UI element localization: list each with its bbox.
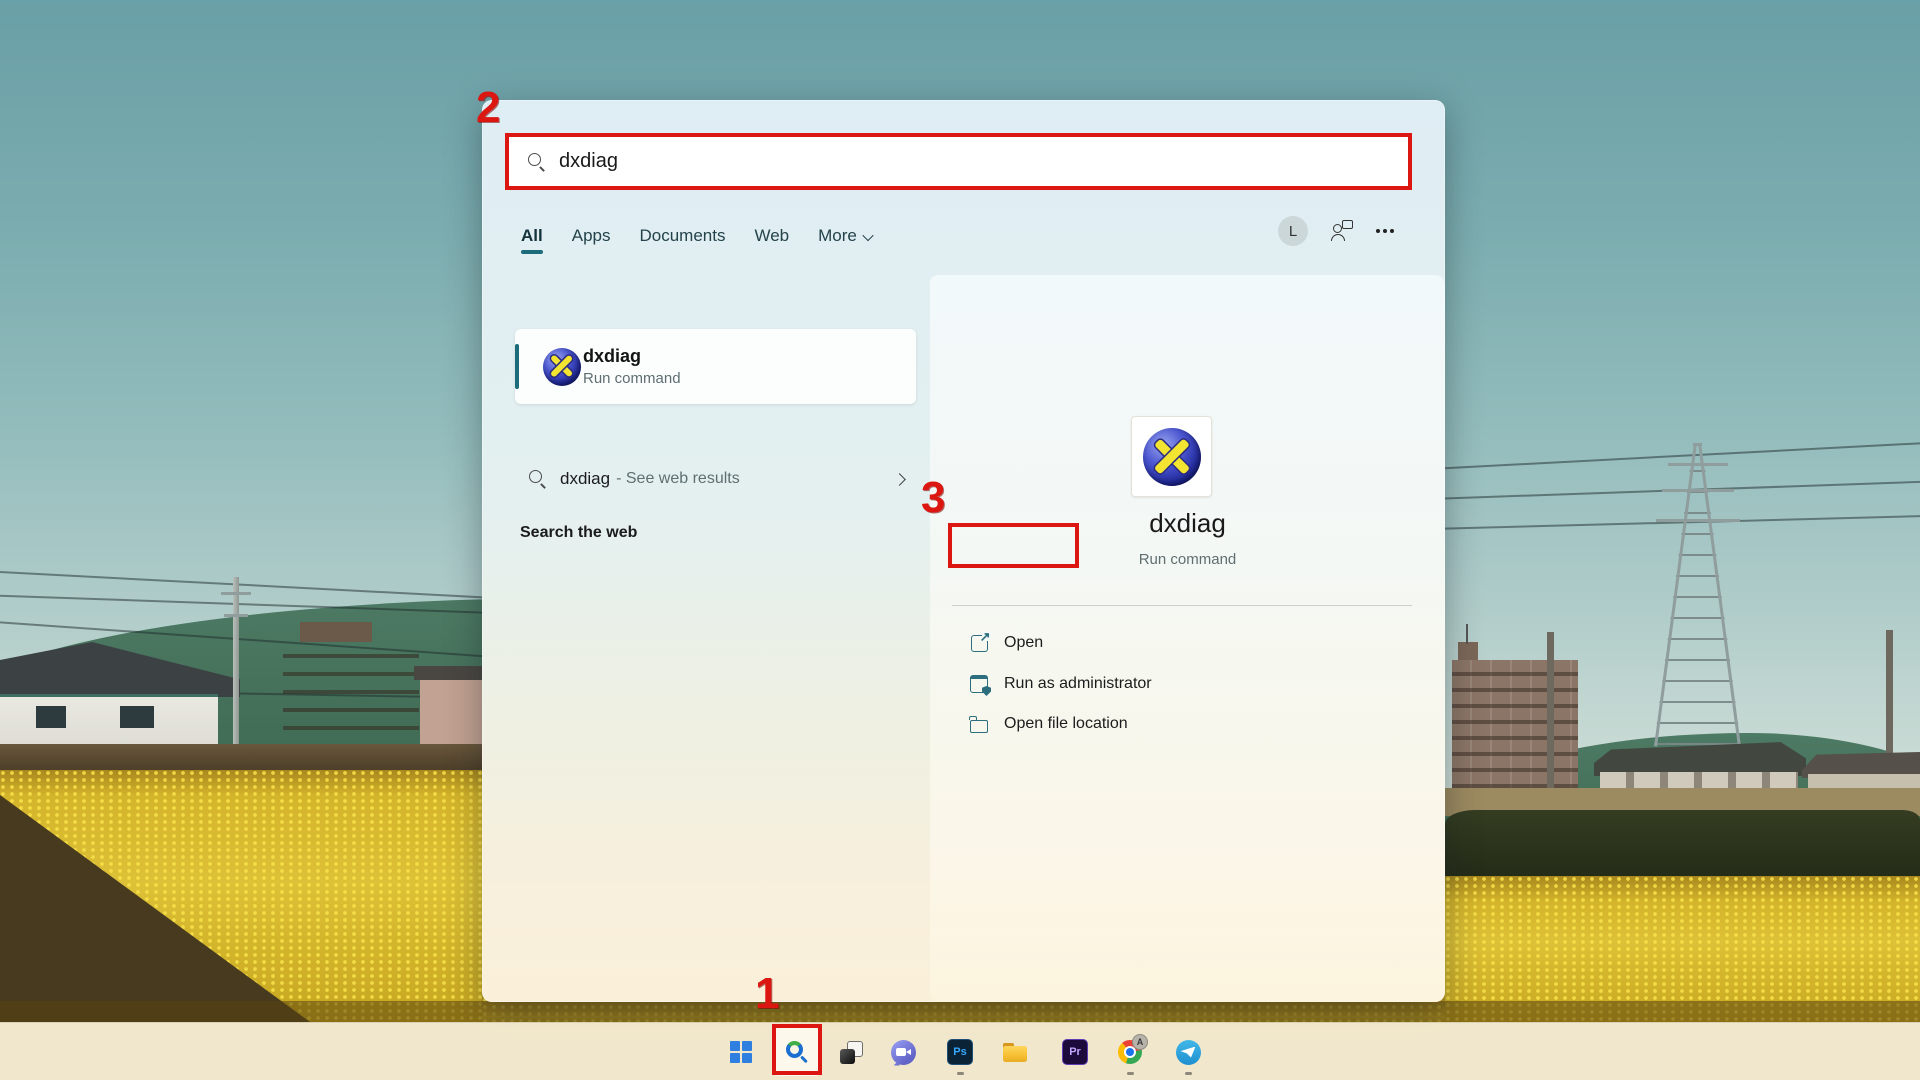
web-search-item[interactable]: dxdiag - See web results — [515, 456, 916, 502]
house-window — [36, 706, 66, 728]
building-roof-deck — [300, 622, 372, 642]
annotation-box-search-input — [505, 133, 1412, 190]
chevron-right-icon — [893, 472, 906, 486]
chevron-down-icon — [862, 229, 874, 242]
web-search-suffix: - See web results — [616, 470, 740, 487]
user-avatar[interactable]: L — [1278, 216, 1308, 246]
chat-button[interactable] — [879, 1028, 927, 1076]
action-run-as-administrator[interactable]: Run as administrator — [945, 664, 1415, 704]
running-indicator-photoshop — [957, 1072, 964, 1075]
search-filter-tabs: All Apps Documents Web More — [520, 224, 874, 254]
task-view-button[interactable] — [827, 1028, 875, 1076]
best-match-subtitle: Run command — [583, 369, 681, 387]
dxdiag-icon — [543, 347, 581, 386]
best-match-item[interactable]: dxdiag Run command — [515, 329, 916, 404]
house-wall — [420, 678, 482, 748]
annotation-box-open — [948, 523, 1079, 568]
divider — [952, 605, 1412, 606]
annotation-step-2: 2 — [476, 83, 501, 132]
tab-documents[interactable]: Documents — [638, 224, 726, 254]
annotation-box-taskbar-search — [772, 1024, 822, 1075]
premiere-icon — [1062, 1039, 1088, 1065]
more-options-icon[interactable] — [1376, 229, 1380, 233]
premiere-button[interactable] — [1051, 1028, 1099, 1076]
chrome-icon: A — [1118, 1034, 1148, 1064]
open-external-icon — [967, 629, 991, 652]
app-icon-tile — [1131, 416, 1212, 497]
hedge — [1445, 810, 1920, 882]
web-search-query: dxdiag — [560, 469, 611, 488]
search-header-controls: L — [1278, 216, 1380, 246]
selection-accent-bar — [515, 344, 519, 389]
annotation-step-1: 1 — [755, 969, 780, 1018]
web-search-header: Search the web — [520, 524, 638, 541]
antenna — [1466, 624, 1468, 644]
feedback-icon[interactable] — [1331, 220, 1353, 241]
field-dark-row — [0, 1001, 1920, 1022]
search-icon — [529, 470, 547, 488]
utility-pole-crossarm — [221, 592, 251, 595]
telegram-icon — [1175, 1039, 1201, 1065]
tab-all[interactable]: All — [520, 224, 544, 254]
running-indicator-chrome — [1127, 1072, 1134, 1075]
file-explorer-button[interactable] — [991, 1028, 1039, 1076]
file-explorer-icon — [1003, 1042, 1027, 1062]
telegram-button[interactable] — [1164, 1028, 1212, 1076]
house-window — [120, 706, 154, 728]
tab-web[interactable]: Web — [753, 224, 790, 254]
utility-pole-crossarm — [224, 614, 248, 617]
utility-pole — [233, 577, 239, 749]
chrome-button[interactable]: A — [1106, 1028, 1154, 1076]
taskbar: A V 3:40 PM 5/29/2022 — [0, 1022, 1920, 1080]
task-view-icon — [839, 1040, 863, 1064]
dxdiag-icon — [1142, 427, 1201, 486]
action-open-file-location[interactable]: Open file location — [945, 704, 1415, 744]
annotation-step-3: 3 — [921, 473, 946, 522]
transmission-tower — [1650, 442, 1745, 747]
apartment-building — [1452, 660, 1578, 802]
tab-more[interactable]: More — [817, 224, 874, 254]
start-button[interactable] — [717, 1028, 765, 1076]
run-as-admin-icon — [967, 675, 991, 693]
utility-pole — [1547, 632, 1554, 814]
photoshop-icon — [947, 1039, 973, 1065]
house-roof — [414, 666, 488, 680]
tab-apps[interactable]: Apps — [571, 224, 612, 254]
building — [283, 640, 419, 748]
action-open[interactable]: Open — [945, 623, 1415, 663]
running-indicator-telegram — [1185, 1072, 1192, 1075]
windows-start-icon — [730, 1041, 752, 1063]
apartment-rooftop — [1458, 642, 1478, 660]
desktop: dxdiag All Apps Documents Web More L Bes… — [0, 0, 1920, 1080]
chat-icon — [890, 1039, 916, 1066]
details-pane-content: dxdiag Run command Open Run as administr… — [930, 275, 1445, 1002]
folder-icon — [967, 716, 991, 733]
chrome-profile-avatar: A — [1132, 1034, 1148, 1050]
best-match-title: dxdiag — [583, 345, 642, 366]
road-strip — [0, 744, 482, 772]
photoshop-button[interactable] — [936, 1028, 984, 1076]
